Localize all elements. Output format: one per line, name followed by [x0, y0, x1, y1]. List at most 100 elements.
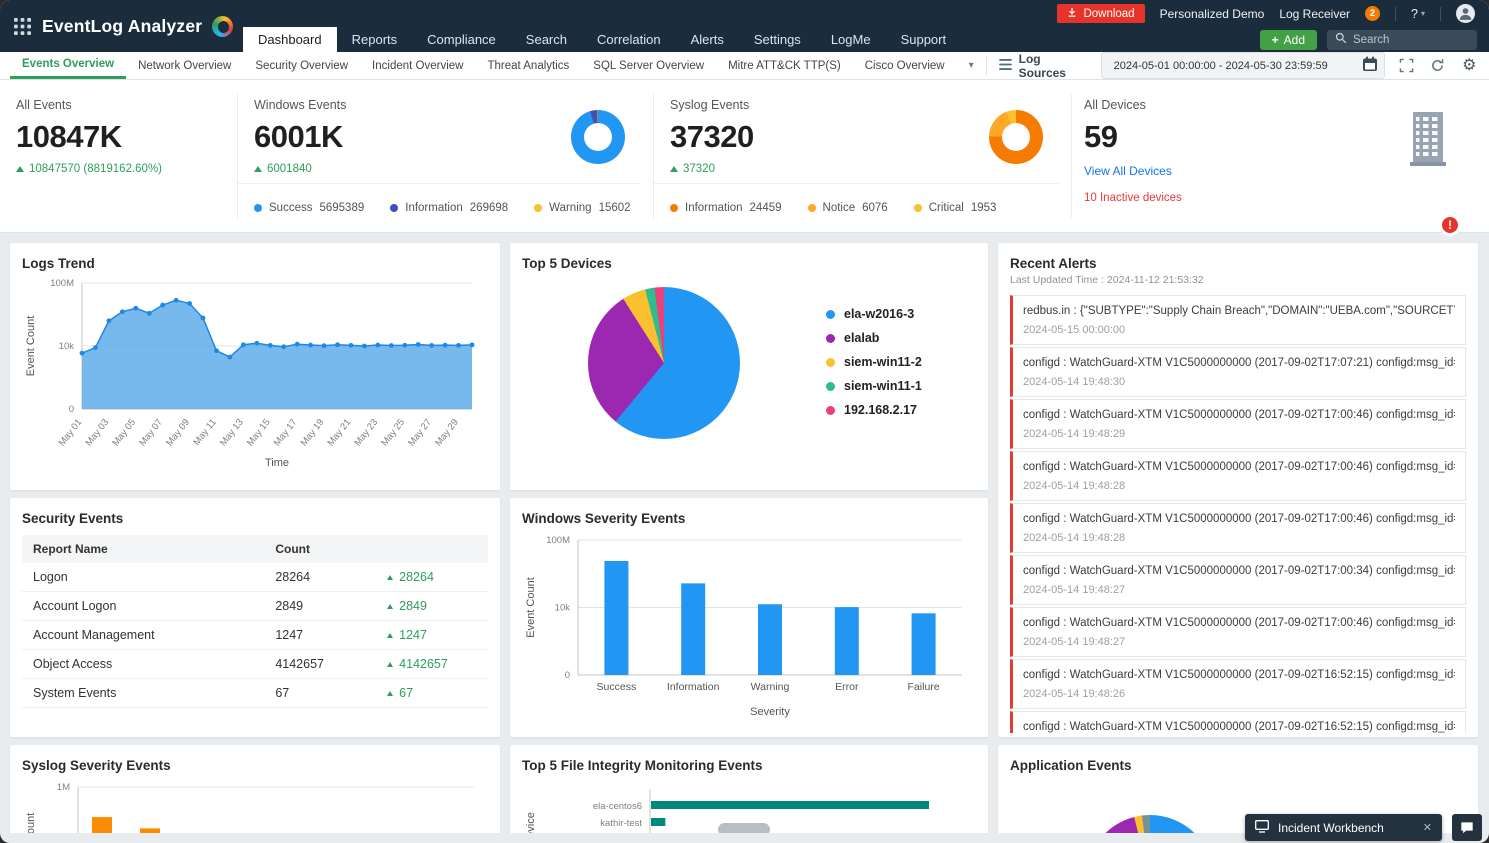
- legend-item: Information 269698: [390, 202, 508, 214]
- nav-dashboard[interactable]: Dashboard: [243, 27, 337, 52]
- legend-item[interactable]: ela-w2016-3: [826, 307, 922, 321]
- alert-item[interactable]: configd : WatchGuard-XTM V1C5000000000 (…: [1010, 451, 1466, 501]
- stat-title: All Events: [16, 98, 72, 112]
- close-icon[interactable]: ✕: [1423, 821, 1432, 834]
- table-row[interactable]: System Events 67 67: [22, 678, 488, 708]
- settings-gear-icon[interactable]: ⚙: [1460, 56, 1479, 76]
- log-receiver-badge[interactable]: 2: [1365, 6, 1381, 21]
- alert-item[interactable]: configd : WatchGuard-XTM V1C5000000000 (…: [1010, 711, 1466, 733]
- search-icon: [1335, 31, 1347, 49]
- subtab-security-overview[interactable]: Security Overview: [243, 52, 360, 79]
- stat-title: Syslog Events: [670, 98, 750, 112]
- alert-message: configd : WatchGuard-XTM V1C5000000000 (…: [1023, 669, 1455, 681]
- svg-text:May 09: May 09: [164, 417, 192, 448]
- stat-delta-value: 10847570 (8819162.60%): [29, 163, 163, 175]
- svg-text:kathir-test: kathir-test: [600, 818, 642, 829]
- nav-compliance[interactable]: Compliance: [412, 27, 511, 52]
- alert-time: 2024-05-14 19:48:28: [1023, 480, 1126, 492]
- legend-item[interactable]: 192.168.2.17: [826, 403, 922, 417]
- alerts-list: redbus.in : {"SUBTYPE":"Supply Chain Bre…: [1010, 295, 1466, 733]
- table-row[interactable]: Logon 28264 28264: [22, 563, 488, 592]
- incident-workbench-toast[interactable]: Incident Workbench ✕: [1245, 814, 1442, 841]
- legend-item[interactable]: siem-win11-2: [826, 355, 922, 369]
- horizontal-scrollbar-thumb[interactable]: [718, 823, 770, 833]
- view-all-devices-link[interactable]: View All Devices: [1084, 164, 1182, 178]
- add-button[interactable]: + Add: [1259, 29, 1317, 50]
- panel-title: Top 5 File Integrity Monitoring Events: [522, 758, 763, 773]
- svg-text:Error: Error: [835, 681, 859, 693]
- column-header: [376, 535, 488, 563]
- legend-item[interactable]: siem-win11-1: [826, 379, 922, 393]
- stats-strip: All Events 10847K 10847570 (8819162.60%)…: [0, 80, 1489, 236]
- alert-item[interactable]: configd : WatchGuard-XTM V1C5000000000 (…: [1010, 607, 1466, 657]
- nav-settings[interactable]: Settings: [739, 27, 816, 52]
- search-input[interactable]: [1353, 33, 1469, 46]
- nav-logme[interactable]: LogMe: [816, 27, 886, 52]
- more-tabs-dropdown[interactable]: ▾: [957, 52, 986, 79]
- personalized-demo-link[interactable]: Personalized Demo: [1160, 7, 1265, 21]
- panel-title: Top 5 Devices: [522, 256, 612, 271]
- log-sources-label: Log Sources: [1018, 51, 1066, 80]
- devices-illustration: !: [1405, 110, 1461, 236]
- subtab-network-overview[interactable]: Network Overview: [126, 52, 243, 79]
- download-button[interactable]: Download: [1057, 4, 1145, 23]
- svg-text:100M: 100M: [50, 278, 74, 289]
- table-row[interactable]: Object Access 4142657 4142657: [22, 649, 488, 679]
- legend-dot: [670, 204, 678, 212]
- svg-text:May 15: May 15: [245, 417, 273, 448]
- main-nav: Dashboard Reports Compliance Search Corr…: [243, 27, 961, 52]
- legend-dot: [826, 405, 835, 415]
- windows-events-donut: [571, 110, 625, 164]
- alert-item[interactable]: configd : WatchGuard-XTM V1C5000000000 (…: [1010, 659, 1466, 709]
- svg-text:10k: 10k: [59, 341, 75, 352]
- log-receiver-link[interactable]: Log Receiver: [1279, 7, 1350, 21]
- svg-text:May 11: May 11: [191, 417, 218, 448]
- nav-support[interactable]: Support: [886, 27, 962, 52]
- nav-right-tools: + Add: [1259, 27, 1489, 52]
- legend-dot: [826, 357, 835, 367]
- svg-text:May 03: May 03: [83, 417, 111, 448]
- windows-events-legend: Success 5695389 Information 269698 Warni…: [238, 183, 641, 232]
- fullscreen-icon[interactable]: [1397, 56, 1416, 76]
- subtab-sql-server-overview[interactable]: SQL Server Overview: [581, 52, 716, 79]
- alert-time: 2024-05-14 19:48:29: [1023, 428, 1126, 440]
- chevron-down-icon: ▾: [1420, 9, 1425, 18]
- chat-icon: [1461, 821, 1473, 833]
- alert-item[interactable]: redbus.in : {"SUBTYPE":"Supply Chain Bre…: [1010, 295, 1466, 345]
- refresh-icon[interactable]: [1428, 56, 1447, 76]
- nav-search[interactable]: Search: [511, 27, 582, 52]
- logs-trend-chart: 0 10k 100M May 01 May 03 May 05 May 07 May 09 Ma…: [22, 273, 486, 471]
- alert-message: redbus.in : {"SUBTYPE":"Supply Chain Bre…: [1023, 305, 1455, 317]
- global-search[interactable]: [1327, 29, 1477, 50]
- dashboard-subnav: Events Overview Network Overview Securit…: [0, 52, 1489, 80]
- svg-text:0: 0: [69, 404, 74, 415]
- subtab-mitre-attack[interactable]: Mitre ATT&CK TTP(S): [716, 52, 853, 79]
- apps-grid-icon[interactable]: [12, 16, 32, 36]
- table-row[interactable]: Account Management 1247 1247: [22, 620, 488, 650]
- subtab-cisco-overview[interactable]: Cisco Overview: [853, 52, 957, 79]
- subtab-threat-analytics[interactable]: Threat Analytics: [475, 52, 581, 79]
- legend-item[interactable]: elalab: [826, 331, 922, 345]
- nav-reports[interactable]: Reports: [337, 27, 413, 52]
- alert-item[interactable]: configd : WatchGuard-XTM V1C5000000000 (…: [1010, 503, 1466, 553]
- nav-alerts[interactable]: Alerts: [676, 27, 739, 52]
- date-range-picker[interactable]: 2024-05-01 00:00:00 - 2024-05-30 23:59:5…: [1100, 52, 1385, 79]
- calendar-icon[interactable]: [1362, 56, 1378, 75]
- recent-alerts-panel: Recent Alerts Last Updated Time : 2024-1…: [998, 243, 1478, 737]
- nav-correlation[interactable]: Correlation: [582, 27, 676, 52]
- alert-item[interactable]: configd : WatchGuard-XTM V1C5000000000 (…: [1010, 347, 1466, 397]
- alert-item[interactable]: configd : WatchGuard-XTM V1C5000000000 (…: [1010, 555, 1466, 605]
- subtab-incident-overview[interactable]: Incident Overview: [360, 52, 475, 79]
- alert-item[interactable]: configd : WatchGuard-XTM V1C5000000000 (…: [1010, 399, 1466, 449]
- table-row[interactable]: Account Logon 2849 2849: [22, 591, 488, 621]
- svg-text:May 25: May 25: [379, 417, 407, 448]
- log-sources-button[interactable]: Log Sources: [998, 51, 1089, 80]
- chat-button[interactable]: [1452, 814, 1482, 841]
- help-menu[interactable]: ? ▾: [1411, 7, 1425, 21]
- svg-text:Severity: Severity: [750, 706, 790, 718]
- user-avatar[interactable]: [1456, 4, 1475, 23]
- add-label: Add: [1283, 32, 1305, 47]
- subtab-events-overview[interactable]: Events Overview: [10, 52, 127, 79]
- inactive-devices-link[interactable]: 10 Inactive devices: [1084, 192, 1182, 204]
- divider: [1395, 6, 1397, 21]
